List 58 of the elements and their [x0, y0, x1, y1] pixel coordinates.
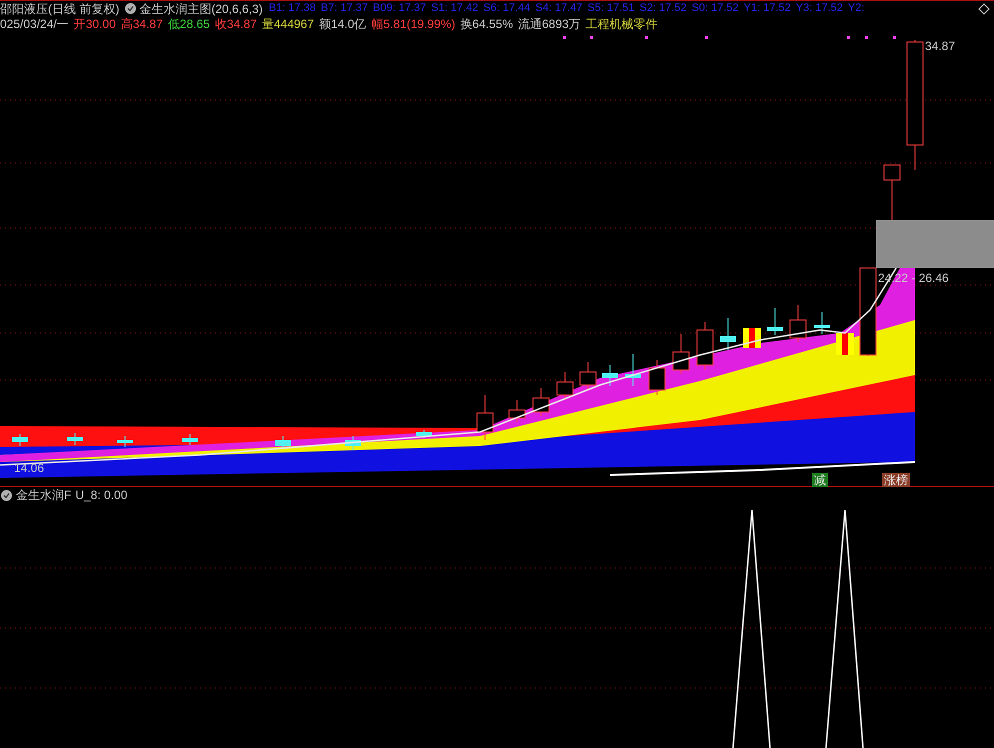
indicator-value: S0: 17.52: [692, 3, 739, 14]
signal-tag: 涨榜: [882, 473, 910, 487]
quote-field: 收34.87: [214, 18, 257, 30]
quote-date: 025/03/24/一: [0, 18, 69, 30]
signal-tag: 减: [812, 473, 828, 487]
candlestick: [814, 312, 830, 334]
industry-label: 工程机械零件: [586, 18, 658, 30]
indicator-value: Y1: 17.52: [744, 3, 791, 14]
candlestick: [696, 322, 714, 370]
candlestick: [580, 362, 596, 390]
check-icon[interactable]: [125, 3, 136, 14]
indicator-name[interactable]: 金生水润F: [16, 489, 72, 501]
price-label: 14.06: [14, 462, 44, 474]
candlestick: [345, 436, 361, 450]
quote-field: 高34.87: [120, 18, 163, 30]
indicator-value: B7: 17.37: [320, 3, 368, 14]
quote-field: 换64.55%: [460, 18, 513, 30]
candlestick: [476, 394, 494, 440]
candlestick: [556, 372, 574, 400]
indicator-value: B09: 17.37: [372, 3, 426, 14]
candlestick: [884, 164, 900, 220]
quote-field: 幅5.81(19.99%): [371, 18, 456, 30]
indicator-value: Y2:: [848, 3, 864, 14]
candlestick: [790, 304, 806, 342]
indicator-value: S6: 17.44: [483, 3, 530, 14]
check-icon[interactable]: [1, 490, 12, 500]
indicator-value: S5: 17.51: [587, 3, 634, 14]
candlestick: [648, 360, 666, 396]
candlestick: [532, 388, 550, 416]
indicator-value: S4: 17.47: [535, 3, 582, 14]
quote-field: 量444967: [262, 18, 314, 30]
indicator-value: Y3: 17.52: [796, 3, 843, 14]
indicator-value: B1: 17.38: [268, 3, 316, 14]
stock-title: 邵阳液压(日线 前复权): [0, 2, 120, 14]
quote-field: 流通6893万: [518, 18, 581, 30]
candlestick: [743, 328, 761, 348]
price-label: 34.87: [925, 40, 956, 52]
quote-field: 低28.65: [168, 18, 210, 30]
candlestick: [416, 430, 432, 438]
indicator-name[interactable]: 金生水润主图(20,6,6,3): [139, 2, 263, 14]
candlestick: [602, 364, 618, 386]
candlestick: [836, 333, 854, 355]
quote-field: 开30.00: [74, 18, 116, 30]
candlestick: [275, 436, 291, 450]
indicator-value: S1: 17.42: [431, 3, 478, 14]
candlestick: [672, 334, 690, 374]
candlestick: [67, 432, 83, 446]
quote-field: 额14.0亿: [318, 18, 366, 30]
candlestick: [117, 436, 133, 448]
candlestick: [625, 354, 641, 386]
candlestick: [720, 318, 736, 350]
candlestick: [182, 434, 198, 446]
candlestick: [12, 434, 28, 446]
indicator-value: U_8: 0.00: [75, 489, 128, 501]
candlestick: [767, 308, 783, 336]
candlestick: [508, 400, 526, 422]
price-range-label: 24.22 - 26.46: [878, 272, 949, 284]
indicator-value: S2: 17.52: [639, 3, 687, 14]
